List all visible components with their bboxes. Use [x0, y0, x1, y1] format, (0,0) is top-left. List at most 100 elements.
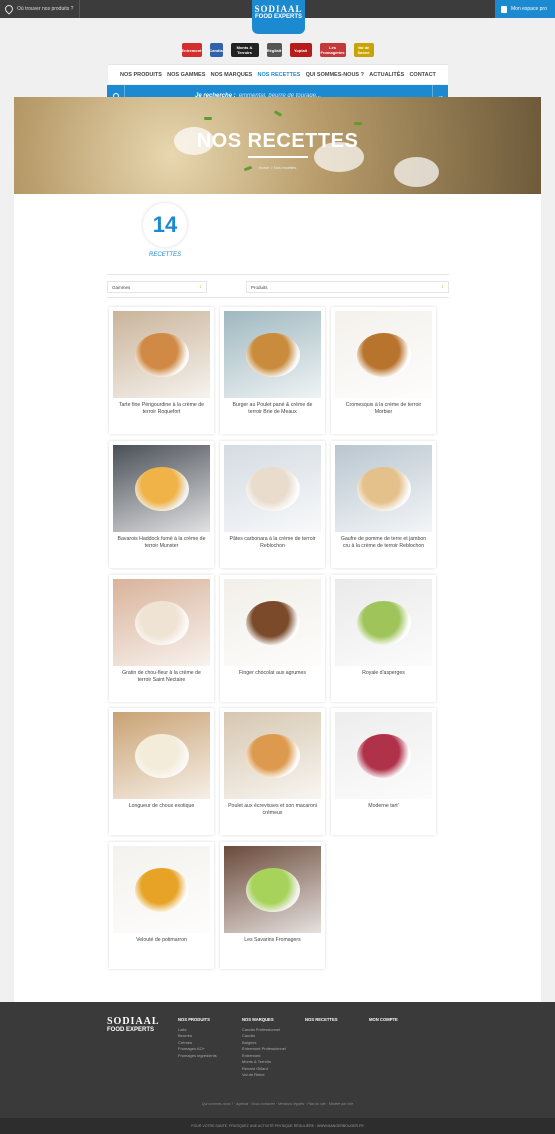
recipe-count-label: RECETTES: [148, 252, 181, 258]
footer-column-title[interactable]: NOS RECETTES: [305, 1017, 338, 1024]
site-logo[interactable]: SODIAAL FOOD EXPERTS: [252, 0, 305, 34]
recipe-title[interactable]: Pâtes carbonara à la crème de terroir Re…: [226, 536, 319, 550]
recipe-photo-dish: [135, 601, 189, 645]
store-locator-link[interactable]: Où trouver nos produits ?: [0, 0, 80, 18]
recipe-card[interactable]: Gaufre de pomme de terre et jambon cru à…: [331, 441, 436, 568]
footer-link[interactable]: Entremont Professionnel: [242, 1046, 286, 1053]
brand-logo[interactable]: Candia: [209, 43, 223, 57]
recipe-card[interactable]: Tarte fine Périgourdine à la crème de te…: [109, 307, 214, 434]
recipe-title[interactable]: Moderne tart': [337, 803, 430, 810]
recipe-photo-dish: [357, 601, 411, 645]
recipe-count: 14: [143, 203, 187, 247]
recipe-photo: [335, 579, 432, 666]
recipe-card[interactable]: Gratin de chou-fleur à la crème de terro…: [109, 575, 214, 702]
footer-link[interactable]: Fromages ingrédients: [178, 1053, 217, 1060]
footer-column: MON COMPTE: [369, 1017, 398, 1027]
pro-icon: [501, 5, 507, 13]
footer: SODIAAL FOOD EXPERTS NOS PRODUITS Laits Be…: [0, 1002, 555, 1134]
recipe-card[interactable]: Finger chocolat aux agrumes: [220, 575, 325, 702]
recipe-photo: [113, 712, 210, 799]
recipe-card[interactable]: Bavarois Haddock fumé à la crème de terr…: [109, 441, 214, 568]
brand-logo[interactable]: Monts & Terroirs: [230, 43, 259, 57]
recipe-card[interactable]: Cromesquis à la crème de terroir Morbier: [331, 307, 436, 434]
title-underline: [248, 156, 308, 158]
nav-item[interactable]: NOS GAMMES: [167, 72, 205, 78]
recipe-card[interactable]: Burger au Poulet pané & crème de terroir…: [220, 307, 325, 434]
recipe-title[interactable]: Gaufre de pomme de terre et jambon cru à…: [337, 536, 430, 550]
footer-health-notice: POUR VOTRE SANTÉ, PRATIQUEZ UNE ACTIVITÉ…: [0, 1118, 555, 1134]
footer-column: NOS MARQUES Candia Professionnel Candia Bai…: [242, 1017, 286, 1079]
brand-logo[interactable]: Régilait: [266, 43, 282, 57]
footer-logo-line-1: SODIAAL: [107, 1016, 160, 1027]
brand-logo[interactable]: Entremont: [181, 43, 202, 57]
logo-line-1: SODIAAL: [254, 4, 303, 14]
hero-decoration: [394, 157, 439, 187]
main-content: 14 RECETTES Gammes ↓ Produits ↓ Tarte fi…: [14, 194, 541, 1002]
footer-logo[interactable]: SODIAAL FOOD EXPERTS: [107, 1016, 160, 1033]
footer-link[interactable]: Val de Reine: [242, 1072, 286, 1079]
footer-column: NOS RECETTES: [305, 1017, 338, 1027]
nav-item[interactable]: NOS MARQUES: [211, 72, 253, 78]
gammes-select[interactable]: Gammes ↓: [107, 281, 207, 293]
footer-column-title[interactable]: MON COMPTE: [369, 1017, 398, 1024]
recipe-card[interactable]: Les Savarins Fromagers: [220, 842, 325, 969]
recipe-card[interactable]: Moderne tart': [331, 708, 436, 835]
recipe-card[interactable]: Pâtes carbonara à la crème de terroir Re…: [220, 441, 325, 568]
recipe-title[interactable]: Longueur de choux exotique: [115, 803, 208, 810]
recipe-card[interactable]: Poulet aux écrevisses et son macaroni cr…: [220, 708, 325, 835]
hero-decoration: [204, 117, 212, 120]
chevron-down-icon: ↓: [441, 284, 444, 290]
recipe-photo: [224, 311, 321, 398]
recipe-title[interactable]: Royale d'asperges: [337, 670, 430, 677]
nav-item[interactable]: NOS RECETTES: [258, 72, 301, 78]
location-pin-icon: [3, 3, 15, 15]
brand-logo[interactable]: Val de Saône: [353, 43, 374, 57]
page-title: NOS RECETTES: [196, 130, 359, 152]
recipe-photo: [113, 311, 210, 398]
recipe-photo: [113, 846, 210, 933]
recipe-photo: [113, 579, 210, 666]
recipe-photo-dish: [246, 333, 300, 377]
nav-item[interactable]: ACTUALITÉS: [369, 72, 404, 78]
hero-banner: NOS RECETTES Home > Nos recettes: [14, 97, 541, 194]
footer-column-title[interactable]: NOS MARQUES: [242, 1017, 286, 1024]
recipe-card[interactable]: Longueur de choux exotique: [109, 708, 214, 835]
recipe-title[interactable]: Cromesquis à la crème de terroir Morbier: [337, 402, 430, 416]
recipe-photo-dish: [135, 868, 189, 912]
chevron-down-icon: ↓: [199, 284, 202, 290]
recipe-title[interactable]: Poulet aux écrevisses et son macaroni cr…: [226, 803, 319, 817]
produits-select[interactable]: Produits ↓: [246, 281, 449, 293]
recipe-card[interactable]: Velouté de potimarron: [109, 842, 214, 969]
recipe-title[interactable]: Bavarois Haddock fumé à la crème de terr…: [115, 536, 208, 550]
recipe-photo: [335, 712, 432, 799]
produits-select-label: Produits: [251, 284, 268, 290]
recipe-photo-dish: [357, 467, 411, 511]
recipe-photo: [335, 445, 432, 532]
nav-item[interactable]: QUI SOMMES-NOUS ?: [306, 72, 364, 78]
footer-column-title[interactable]: NOS PRODUITS: [178, 1017, 217, 1024]
recipe-title[interactable]: Tarte fine Périgourdine à la crème de te…: [115, 402, 208, 416]
brand-logo[interactable]: Yoplait: [289, 43, 312, 57]
recipe-title[interactable]: Finger chocolat aux agrumes: [226, 670, 319, 677]
brand-logo[interactable]: Les Fromageries: [319, 43, 346, 57]
recipe-photo: [224, 579, 321, 666]
nav-item[interactable]: CONTACT: [409, 72, 435, 78]
recipe-photo: [335, 311, 432, 398]
nav-item[interactable]: NOS PRODUITS: [120, 72, 162, 78]
recipe-photo-dish: [357, 333, 411, 377]
footer-logo-line-2: FOOD EXPERTS: [107, 1027, 155, 1033]
recipe-title[interactable]: Gratin de chou-fleur à la crème de terro…: [115, 670, 208, 684]
footer-links[interactable]: Qui sommes-nous ? · Agenda · Nous contac…: [0, 1102, 555, 1106]
recipe-photo-dish: [135, 467, 189, 511]
recipe-photo-dish: [135, 333, 189, 377]
hero-decoration: [354, 122, 362, 125]
pro-space-button[interactable]: Mon espace pro: [495, 0, 555, 18]
recipe-card[interactable]: Royale d'asperges: [331, 575, 436, 702]
recipe-photo: [224, 712, 321, 799]
recipe-photo-dish: [246, 467, 300, 511]
recipe-title[interactable]: Velouté de potimarron: [115, 937, 208, 944]
recipe-title[interactable]: Les Savarins Fromagers: [226, 937, 319, 944]
breadcrumb[interactable]: Home > Nos recettes: [14, 165, 541, 170]
recipe-photo-dish: [246, 601, 300, 645]
recipe-title[interactable]: Burger au Poulet pané & crème de terroir…: [226, 402, 319, 416]
